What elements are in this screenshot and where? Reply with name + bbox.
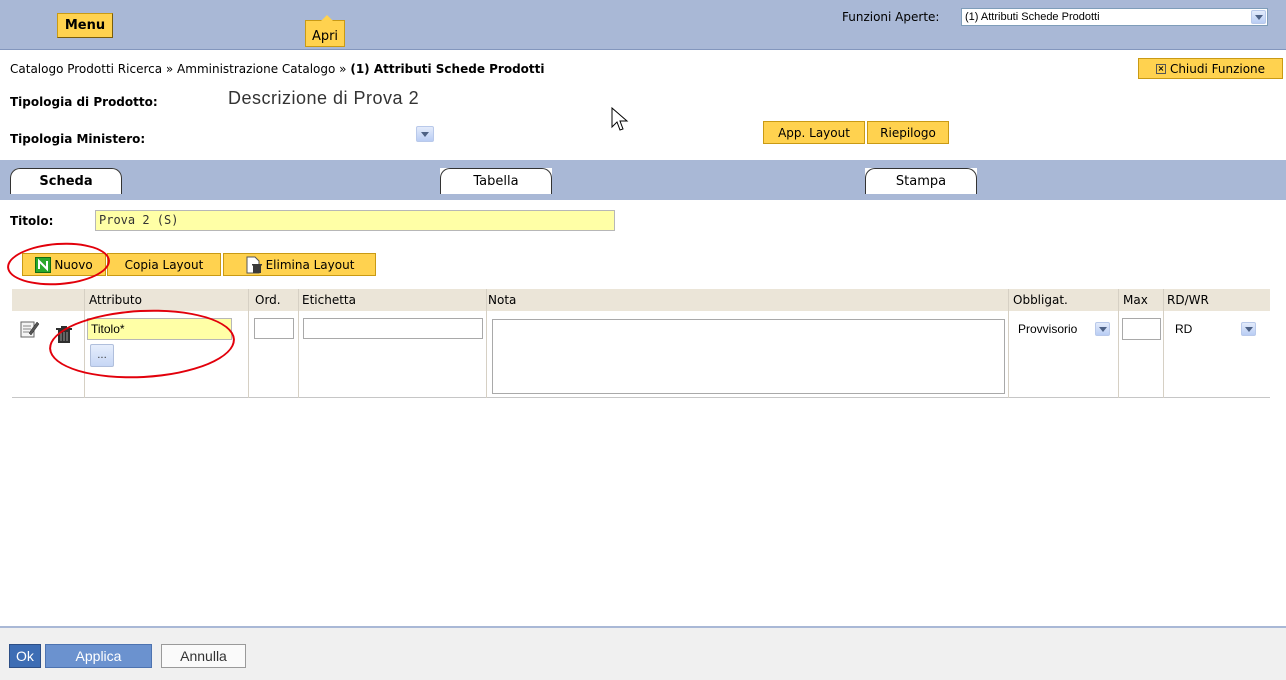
trash-icon[interactable] (56, 326, 72, 344)
chevron-down-icon[interactable] (1251, 10, 1266, 24)
titolo-label: Titolo: (10, 214, 54, 228)
rdwr-value: RD (1175, 322, 1193, 336)
more-button[interactable]: ... (90, 344, 114, 367)
nuovo-button[interactable]: Nuovo (22, 253, 106, 276)
chevron-down-icon (1241, 322, 1256, 336)
obbligat-value: Provvisorio (1018, 322, 1078, 336)
col-attributo: Attributo (89, 293, 142, 307)
tipologia-ministero-label: Tipologia Ministero: (10, 132, 146, 146)
nuovo-label: Nuovo (54, 257, 93, 272)
mouse-pointer-icon (611, 107, 629, 131)
tab-stampa[interactable]: Stampa (865, 168, 977, 194)
funzioni-aperte-value: (1) Attributi Schede Prodotti (965, 11, 1100, 23)
max-input[interactable] (1122, 318, 1161, 340)
ok-button[interactable]: Ok (9, 644, 41, 668)
col-nota: Nota (488, 293, 517, 307)
titolo-input[interactable]: Prova 2 (S) (95, 210, 615, 231)
tab-tabella-label: Tabella (473, 173, 519, 189)
apri-button[interactable]: Apri (305, 15, 345, 47)
copia-layout-label: Copia Layout (124, 257, 204, 272)
annulla-button[interactable]: Annulla (161, 644, 246, 668)
obbligat-select[interactable]: Provvisorio (1016, 319, 1114, 339)
top-bar: Menu Apri Funzioni Aperte: (1) Attributi… (0, 0, 1286, 50)
col-max: Max (1123, 293, 1148, 307)
delete-document-icon (246, 256, 262, 273)
close-icon: × (1155, 63, 1166, 74)
rdwr-select[interactable]: RD (1170, 319, 1258, 339)
tipologia-prodotto-label: Tipologia di Prodotto: (10, 95, 158, 109)
tab-tabella[interactable]: Tabella (440, 168, 552, 194)
new-icon (35, 256, 52, 273)
tipologia-ministero-select[interactable] (416, 126, 434, 142)
funzioni-aperte-select[interactable]: (1) Attributi Schede Prodotti (961, 8, 1268, 26)
etichetta-input[interactable] (303, 318, 483, 339)
tab-bar: Scheda Tabella Stampa (0, 160, 1286, 200)
chiudi-funzione-label: Chiudi Funzione (1169, 61, 1266, 76)
col-ord: Ord. (255, 293, 281, 307)
chevron-down-icon (421, 131, 429, 137)
chevron-down-icon (1095, 322, 1110, 336)
tab-scheda-label: Scheda (39, 173, 93, 189)
tipologia-prodotto-value: Descrizione di Prova 2 (228, 88, 420, 108)
breadcrumb-path[interactable]: Catalogo Prodotti Ricerca » Amministrazi… (10, 62, 347, 76)
app-layout-button[interactable]: App. Layout (763, 121, 865, 144)
attributo-input[interactable]: Titolo* (87, 318, 232, 340)
menu-button[interactable]: Menu (57, 13, 113, 38)
applica-button[interactable]: Applica (45, 644, 152, 668)
elimina-layout-label: Elimina Layout (265, 257, 355, 272)
copia-layout-button[interactable]: Copia Layout (107, 253, 221, 276)
breadcrumb-current: (1) Attributi Schede Prodotti (350, 62, 545, 76)
riepilogo-button[interactable]: Riepilogo (867, 121, 949, 144)
footer-bar: Ok Applica Annulla (0, 626, 1286, 680)
tab-scheda[interactable]: Scheda (10, 168, 122, 194)
nota-textarea[interactable] (492, 319, 1005, 394)
attributes-table: Attributo Ord. Etichetta Nota Obbligat. … (12, 289, 1270, 398)
funzioni-aperte-label: Funzioni Aperte: (842, 10, 940, 24)
col-obbligat: Obbligat. (1013, 293, 1068, 307)
chiudi-funzione-button[interactable]: × Chiudi Funzione (1138, 58, 1283, 79)
breadcrumb: Catalogo Prodotti Ricerca » Amministrazi… (10, 62, 545, 76)
edit-icon[interactable] (20, 319, 40, 339)
ord-input[interactable] (254, 318, 294, 339)
tab-stampa-label: Stampa (895, 173, 947, 189)
table-header: Attributo Ord. Etichetta Nota Obbligat. … (12, 289, 1270, 311)
col-etichetta: Etichetta (302, 293, 356, 307)
elimina-layout-button[interactable]: Elimina Layout (223, 253, 376, 276)
col-rdwr: RD/WR (1167, 293, 1209, 307)
